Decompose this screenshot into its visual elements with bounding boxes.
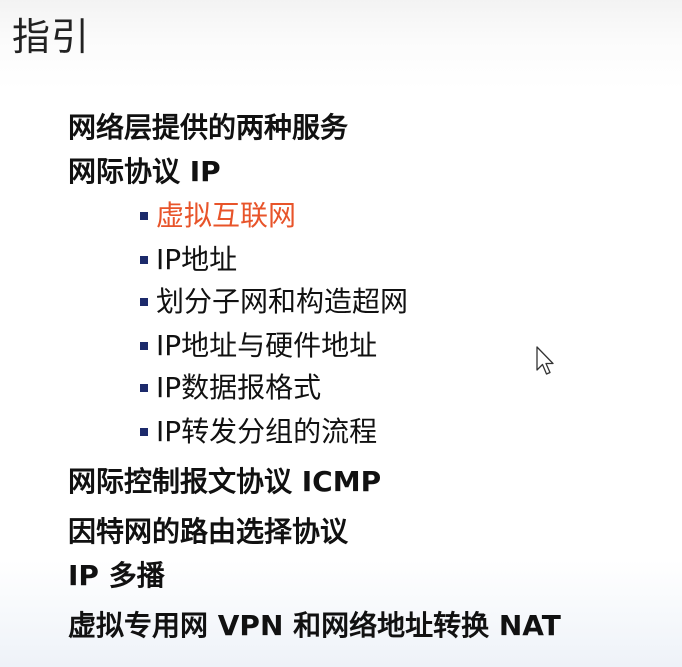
outline-item-icmp: 网际控制报文协议 ICMP: [68, 464, 381, 500]
outline-subitem-virtual-internet: 虚拟互联网: [140, 198, 296, 234]
outline-subitem-ip-forwarding: IP转发分组的流程: [140, 414, 377, 450]
outline-subitem-label: IP数据报格式: [156, 371, 322, 404]
outline-subitem-label: IP地址: [156, 243, 238, 276]
outline-subitem-label: 划分子网和构造超网: [156, 285, 409, 318]
outline-item-label: 虚拟专用网 VPN 和网络地址转换 NAT: [68, 609, 561, 642]
outline-item-vpn-nat: 虚拟专用网 VPN 和网络地址转换 NAT: [68, 608, 561, 644]
outline-item-label: 网际控制报文协议 ICMP: [68, 465, 382, 498]
square-bullet-icon: [140, 428, 148, 436]
slide: 指引 网络层提供的两种服务 网际协议 IP 虚拟互联网 IP地址 划分子网和构造…: [0, 0, 682, 667]
outline-item-ip-multicast: IP 多播: [68, 558, 165, 594]
outline-subitem-label: IP地址与硬件地址: [156, 329, 378, 362]
outline-item-label: IP 多播: [68, 559, 165, 592]
outline-item-ip-protocol: 网际协议 IP: [68, 154, 221, 190]
outline-subitem-ip-hardware-address: IP地址与硬件地址: [140, 328, 377, 364]
outline-subitem-label: 虚拟互联网: [156, 199, 297, 232]
outline-subitem-ip-address: IP地址: [140, 242, 237, 278]
outline-item-label: 因特网的路由选择协议: [68, 515, 349, 548]
outline-subitem-label: IP转发分组的流程: [156, 415, 378, 448]
outline-item-routing-protocols: 因特网的路由选择协议: [68, 514, 348, 550]
square-bullet-icon: [140, 298, 148, 306]
slide-title: 指引: [12, 15, 91, 59]
square-bullet-icon: [140, 212, 148, 220]
outline-subitem-subnetting: 划分子网和构造超网: [140, 284, 408, 320]
outline-subitem-ip-datagram-format: IP数据报格式: [140, 370, 321, 406]
outline-item-label: 网络层提供的两种服务: [68, 111, 349, 144]
square-bullet-icon: [140, 256, 148, 264]
square-bullet-icon: [140, 342, 148, 350]
outline-item-network-services: 网络层提供的两种服务: [68, 110, 348, 146]
square-bullet-icon: [140, 384, 148, 392]
outline-item-label: 网际协议 IP: [68, 155, 221, 188]
mouse-pointer-icon: [536, 346, 554, 375]
